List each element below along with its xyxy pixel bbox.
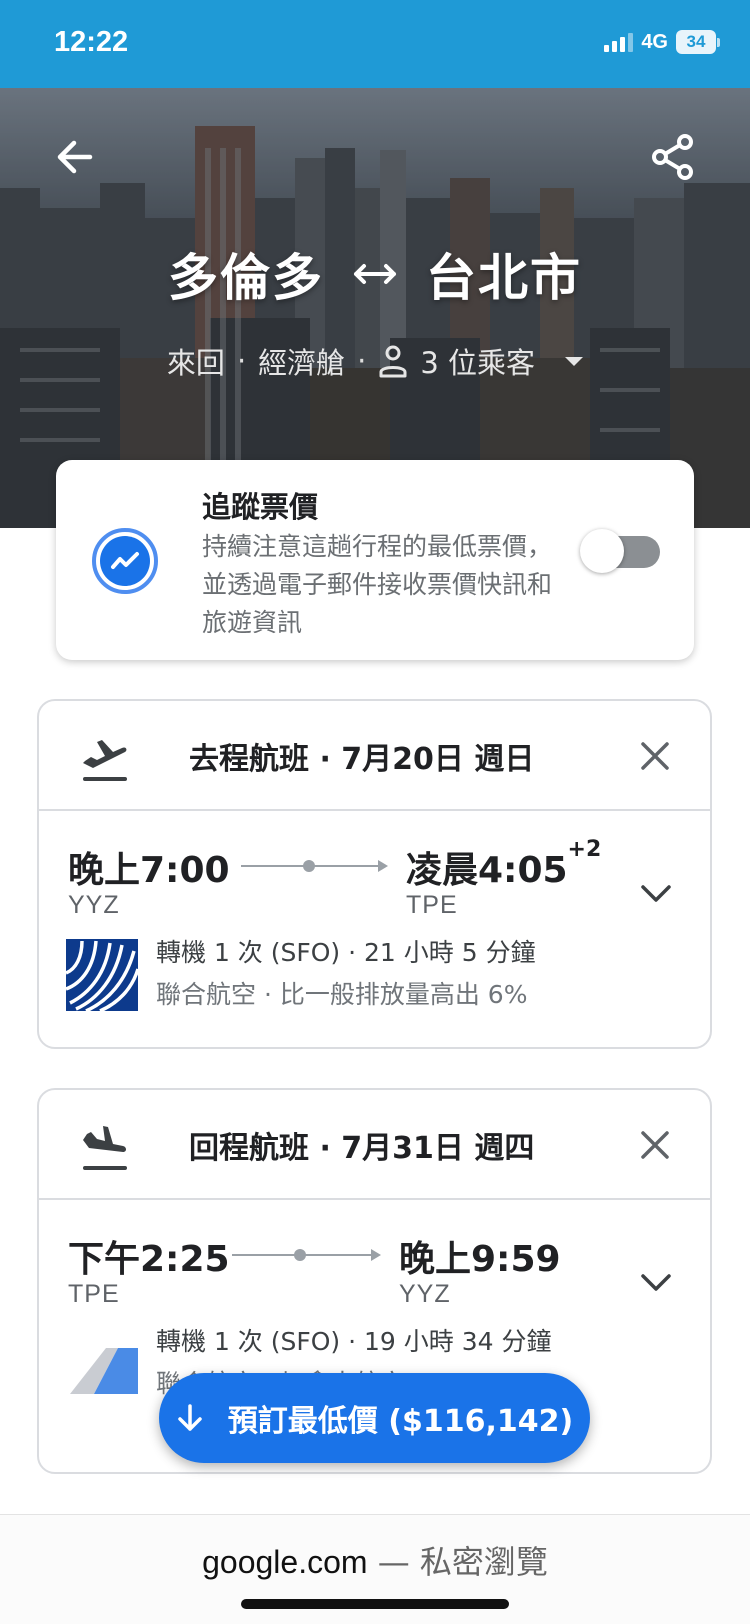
trend-icon [92, 528, 158, 594]
arrival-time: 凌晨4:05+2 [406, 837, 602, 891]
destination-code: TPE [406, 891, 458, 919]
arrival-time: 晚上9:59 [399, 1239, 561, 1280]
signal-icon [604, 32, 634, 52]
arrow-left-icon [57, 140, 93, 174]
return-header: 回程航班 · 7月31日 週四 [39, 1090, 710, 1200]
airline-emissions: 聯合航空 · 比一般排放量高出 6% [156, 980, 528, 1009]
departure-time: 晚上7:00 [68, 850, 230, 891]
chevron-down-icon[interactable] [638, 1268, 674, 1296]
track-prices-toggle[interactable] [580, 529, 660, 573]
layover-duration: 轉機 1 次 (SFO) · 19 小時 34 分鐘 [156, 1327, 552, 1356]
battery-icon: 34 [676, 30, 720, 54]
destination-city: 台北市 [426, 249, 582, 307]
trip-type: 來回 [166, 346, 225, 380]
status-time: 12:22 [54, 26, 129, 58]
back-button[interactable] [50, 132, 100, 182]
battery-level: 34 [676, 30, 716, 54]
separator: · [236, 344, 247, 378]
book-cheapest-button[interactable]: 預訂最低價 ($116,142) [159, 1373, 590, 1463]
separator: · [357, 344, 367, 378]
status-indicators: 4G 34 [604, 30, 720, 54]
browser-address-bar[interactable]: google.com — 私密瀏覽 [0, 1514, 750, 1624]
outbound-title: 去程航班 · 7月20日 週日 [189, 742, 535, 777]
airline-logo [66, 939, 138, 1011]
home-indicator[interactable] [241, 1599, 509, 1609]
caret-down-icon [565, 356, 584, 366]
share-button[interactable] [648, 132, 698, 182]
arrow-down-icon [178, 1404, 202, 1431]
network-type: 4G [641, 30, 668, 53]
trip-options[interactable]: 來回 · 經濟艙 · 3 位乘客 [0, 340, 750, 382]
departure-time: 下午2:25 [68, 1239, 230, 1280]
chevron-down-icon[interactable] [638, 879, 674, 907]
outbound-flight-option[interactable]: 晚上7:00 凌晨4:05+2 YYZ TPE 轉機 1 次 (SFO) · 2… [39, 811, 710, 1041]
person-icon [379, 345, 407, 378]
route-title[interactable]: 多倫多 台北市 [0, 238, 750, 310]
outbound-flight-card: 去程航班 · 7月20日 週日 晚上7:00 凌晨4:05+2 YYZ TPE [37, 699, 712, 1049]
return-title: 回程航班 · 7月31日 週四 [189, 1131, 535, 1166]
track-prices-description: 持續注意這趟行程的最低票價，並透過電子郵件接收票價快訊和旅遊資訊 [202, 532, 553, 637]
book-button-label: 預訂最低價 ($116,142) [227, 1404, 574, 1439]
flight-land-icon [83, 1126, 127, 1170]
day-offset: +2 [567, 837, 602, 862]
layover-duration: 轉機 1 次 (SFO) · 21 小時 5 分鐘 [156, 938, 536, 967]
page: { "status_bar": { "time": "12:22", "netw… [0, 0, 750, 1624]
origin-code: YYZ [68, 891, 120, 919]
origin-city: 多倫多 [168, 249, 324, 307]
route-connector [232, 1248, 381, 1262]
destination-code: YYZ [399, 1280, 451, 1308]
track-prices-card: 追蹤票價 持續注意這趟行程的最低票價，並透過電子郵件接收票價快訊和旅遊資訊 [56, 460, 694, 660]
flight-takeoff-icon [83, 740, 127, 781]
close-icon[interactable] [638, 1128, 672, 1162]
status-bar: 12:22 4G 34 [0, 0, 750, 88]
private-mode-label: — 私密瀏覽 [367, 1543, 548, 1581]
outbound-header: 去程航班 · 7月20日 週日 [39, 701, 710, 811]
url-display[interactable]: google.com — 私密瀏覽 [0, 1537, 750, 1583]
url-host: google.com [202, 1544, 368, 1580]
passenger-count: 3 位乘客 [420, 346, 536, 380]
cabin-class: 經濟艙 [258, 346, 346, 380]
track-prices-title: 追蹤票價 [202, 490, 319, 524]
origin-code: TPE [68, 1280, 120, 1308]
swap-arrows-icon [354, 264, 396, 284]
share-icon [652, 134, 693, 180]
close-icon[interactable] [638, 739, 672, 773]
route-connector [241, 859, 388, 873]
airline-logo [66, 1328, 138, 1400]
